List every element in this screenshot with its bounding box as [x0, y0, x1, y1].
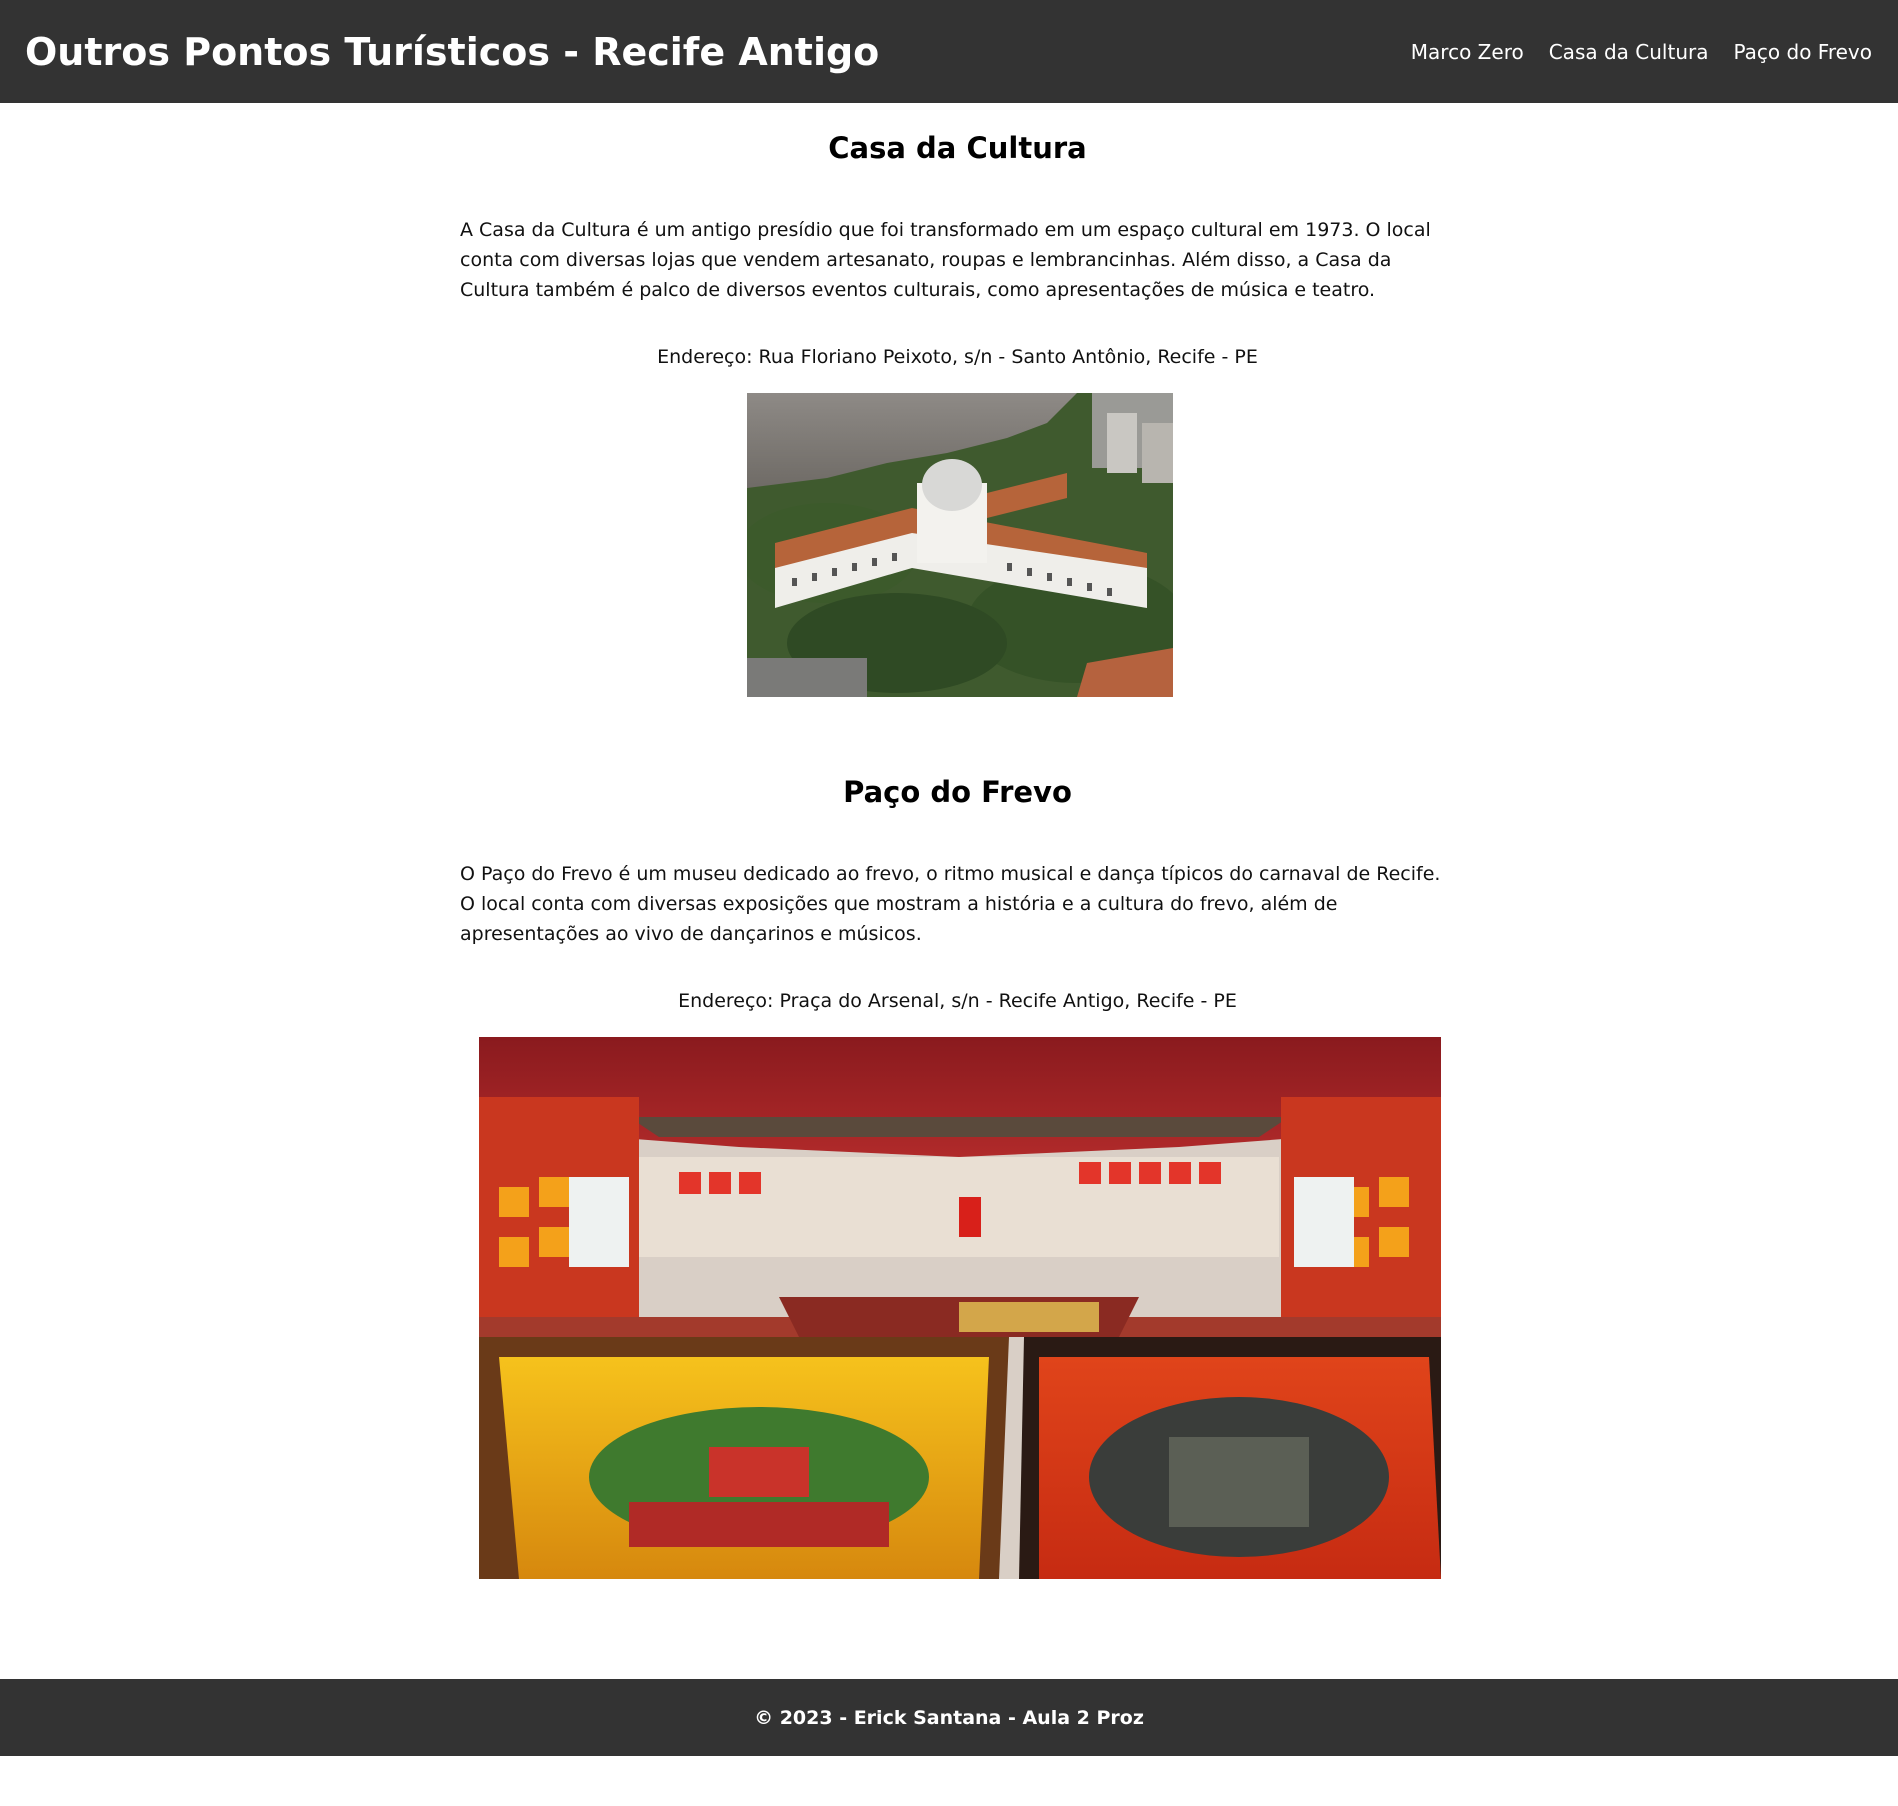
- section-description: O Paço do Frevo é um museu dedicado ao f…: [460, 863, 1441, 945]
- section-title: Casa da Cultura: [828, 131, 1087, 165]
- nav-link-paco-do-frevo[interactable]: Paço do Frevo: [1733, 40, 1872, 64]
- nav-link-casa-da-cultura[interactable]: Casa da Cultura: [1549, 40, 1709, 64]
- paco-do-frevo-photo: [479, 1037, 1441, 1579]
- footer-text: © 2023 - Erick Santana - Aula 2 Proz: [754, 1706, 1144, 1729]
- casa-da-cultura-photo: [747, 393, 1173, 697]
- section-address: Endereço: Rua Floriano Peixoto, s/n - Sa…: [657, 346, 1258, 368]
- nav-link-marco-zero[interactable]: Marco Zero: [1411, 40, 1524, 64]
- section-description: A Casa da Cultura é um antigo presídio q…: [460, 219, 1431, 301]
- site-header: Outros Pontos Turísticos - Recife Antigo…: [0, 0, 1898, 103]
- page-title: Outros Pontos Turísticos - Recife Antigo: [25, 29, 880, 74]
- site-footer: © 2023 - Erick Santana - Aula 2 Proz: [0, 1679, 1898, 1756]
- section-title: Paço do Frevo: [843, 775, 1072, 809]
- section-address: Endereço: Praça do Arsenal, s/n - Recife…: [678, 990, 1237, 1012]
- main-nav: Marco Zero Casa da Cultura Paço do Frevo: [1411, 40, 1872, 64]
